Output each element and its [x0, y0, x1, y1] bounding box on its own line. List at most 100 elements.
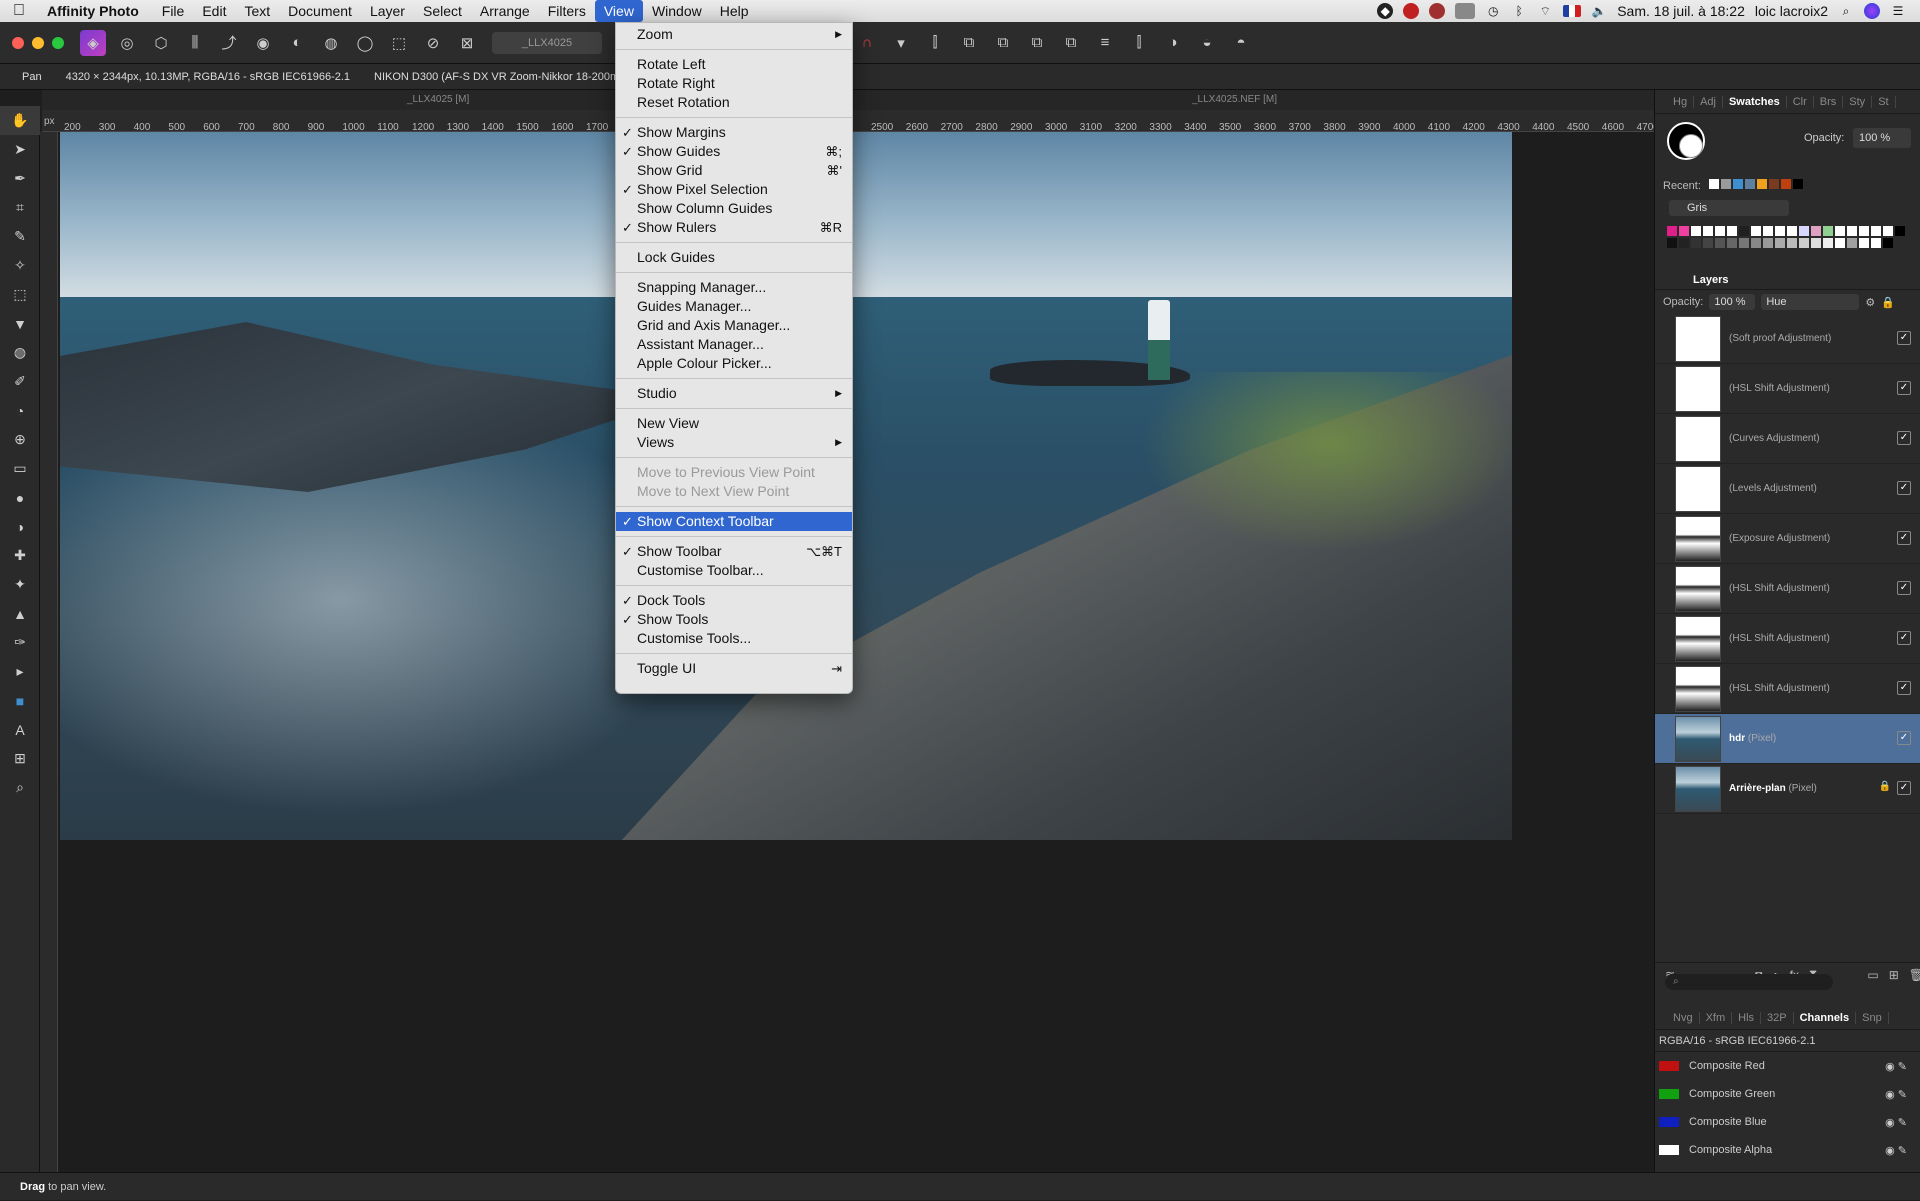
rectangle-tool-icon[interactable]: ■ [0, 686, 40, 715]
color-wheel-icon[interactable]: ◉ [250, 30, 276, 56]
selection-brush-icon[interactable]: ✎ [0, 222, 40, 251]
palette-colour-swatch[interactable] [1679, 226, 1689, 236]
view-menu-item[interactable]: Guides Manager... [616, 297, 852, 316]
palette-colour-swatch[interactable] [1883, 226, 1893, 236]
layer-row[interactable]: hdr (Pixel) ✓ [1655, 714, 1920, 764]
view-menu-item[interactable]: ✓ Show Rulers ⌘R [616, 218, 852, 237]
channel-visibility-icon[interactable]: ◉ ✎ [1885, 1116, 1907, 1129]
view-menu-item[interactable]: ✓ Show Guides ⌘; [616, 142, 852, 161]
white-balance-icon[interactable]: ◯ [352, 30, 378, 56]
palette-colour-swatch[interactable] [1799, 226, 1809, 236]
palette-colour-swatch[interactable] [1739, 238, 1749, 248]
layer-settings-gear-icon[interactable]: ⚙ [1865, 296, 1875, 309]
user-name[interactable]: loic lacroix2 [1755, 3, 1828, 19]
palette-colour-swatch[interactable] [1835, 238, 1845, 248]
view-menu-item[interactable]: Zoom ▶ [616, 25, 852, 44]
tab-colour[interactable]: Clr [1787, 95, 1814, 108]
palette-colour-swatch[interactable] [1847, 238, 1857, 248]
palette-colour-swatch[interactable] [1895, 226, 1905, 236]
palette-colour-swatch[interactable] [1787, 238, 1797, 248]
palette-colour-swatch[interactable] [1751, 238, 1761, 248]
recent-colour-swatch[interactable] [1733, 179, 1743, 189]
recent-colour-swatch[interactable] [1709, 179, 1719, 189]
layer-lock-icon[interactable]: 🔒 [1879, 781, 1891, 792]
arrange-backward-icon[interactable]: ⧉ [990, 30, 1016, 56]
app-status-icon[interactable] [1429, 3, 1446, 19]
layer-visibility-checkbox[interactable]: ✓ [1897, 331, 1911, 345]
palette-colour-swatch[interactable] [1715, 226, 1725, 236]
palette-colour-swatch[interactable] [1811, 226, 1821, 236]
menu-layer[interactable]: Layer [361, 0, 414, 22]
view-menu-item[interactable]: Lock Guides [616, 248, 852, 267]
hsl-icon[interactable]: ◍ [318, 30, 344, 56]
arrange-back-icon[interactable]: ⧉ [956, 30, 982, 56]
smudge-brush-icon[interactable]: ◑ [0, 512, 40, 541]
view-menu-item[interactable]: Show Column Guides [616, 199, 852, 218]
siri-icon[interactable] [1864, 3, 1880, 19]
mesh-warp-tool-icon[interactable]: ⊞ [0, 744, 40, 773]
palette-colour-swatch[interactable] [1703, 238, 1713, 248]
recent-colour-swatch[interactable] [1745, 179, 1755, 189]
document-dropdown[interactable]: _LLX4025 [492, 31, 602, 54]
marquee-tool-icon[interactable]: ⬚ [0, 280, 40, 309]
view-menu-item[interactable]: New View [616, 414, 852, 433]
swatch-opacity-input[interactable]: 100 % [1853, 128, 1911, 148]
flood-fill-icon[interactable]: ▼ [0, 309, 40, 338]
time-machine-icon[interactable]: ◷ [1485, 3, 1501, 19]
blend-mode-dropdown[interactable]: Hue [1761, 294, 1860, 310]
layer-visibility-checkbox[interactable]: ✓ [1897, 531, 1911, 545]
palette-dropdown[interactable]: Gris [1669, 200, 1789, 216]
view-menu-item[interactable]: Apple Colour Picker... [616, 354, 852, 373]
panel-search-input[interactable]: ⌕ [1665, 974, 1833, 990]
palette-colour-swatch[interactable] [1871, 238, 1881, 248]
spotlight-icon[interactable]: ⌕ [1838, 3, 1854, 19]
secondary-colour-well[interactable] [1679, 134, 1703, 158]
view-menu-item[interactable]: ✓ Show Tools [616, 610, 852, 629]
view-menu-item[interactable]: Rotate Left [616, 55, 852, 74]
tab-brushes[interactable]: Brs [1814, 95, 1844, 108]
lock-layer-icon[interactable]: 🔒 [1881, 296, 1895, 309]
palette-colour-swatch[interactable] [1775, 238, 1785, 248]
channel-row[interactable]: Composite Red ◉ ✎ [1655, 1052, 1920, 1080]
dropbox-icon[interactable]: ◆ [1377, 3, 1394, 19]
palette-colour-swatch[interactable] [1715, 238, 1725, 248]
delete-layer-icon[interactable]: 🗑 [1909, 968, 1920, 982]
menu-arrange[interactable]: Arrange [471, 0, 539, 22]
marquee-icon[interactable]: ⬚ [386, 30, 412, 56]
tab-snapshots[interactable]: Snp [1856, 1011, 1889, 1024]
view-menu-item[interactable]: Customise Tools... [616, 629, 852, 648]
pen-tool-icon[interactable]: ▲ [0, 599, 40, 628]
insert-target-icon[interactable]: ⫿ [922, 30, 948, 56]
layer-visibility-checkbox[interactable]: ✓ [1897, 381, 1911, 395]
tab-channels[interactable]: Channels [1794, 1011, 1857, 1024]
menu-window[interactable]: Window [643, 0, 711, 22]
layers-opacity-input[interactable]: 100 % [1709, 294, 1756, 310]
notification-center-icon[interactable]: ☰ [1890, 3, 1906, 19]
move-tool-icon[interactable]: ➤ [0, 135, 40, 164]
vertical-ruler[interactable] [40, 132, 58, 1172]
layer-visibility-checkbox[interactable]: ✓ [1897, 481, 1911, 495]
freehand-tool-icon[interactable]: ✑ [0, 628, 40, 657]
channel-visibility-icon[interactable]: ◉ ✎ [1885, 1088, 1907, 1101]
layer-visibility-checkbox[interactable]: ✓ [1897, 631, 1911, 645]
geometry-icon[interactable]: ⫿ [1126, 30, 1152, 56]
layer-row[interactable]: Arrière-plan (Pixel) 🔒 ✓ [1655, 764, 1920, 814]
palette-colour-swatch[interactable] [1859, 226, 1869, 236]
doc-tab-left[interactable]: _LLX4025 [M] [407, 94, 469, 105]
snapping-options-icon[interactable]: ▾ [888, 30, 914, 56]
tab-swatches[interactable]: Swatches [1723, 95, 1787, 108]
contrast-icon[interactable]: ◐ [284, 30, 310, 56]
arrange-forward-icon[interactable]: ⧉ [1024, 30, 1050, 56]
menu-view[interactable]: View [594, 0, 643, 22]
quick-mask-icon[interactable]: ⊠ [454, 30, 480, 56]
palette-colour-swatch[interactable] [1667, 226, 1677, 236]
layer-row[interactable]: (Soft proof Adjustment) ✓ [1655, 314, 1920, 364]
gradient-tool-icon[interactable]: ◍ [0, 338, 40, 367]
view-menu-item[interactable]: ✓ Dock Tools [616, 591, 852, 610]
layer-row[interactable]: (HSL Shift Adjustment) ✓ [1655, 564, 1920, 614]
view-menu-item[interactable]: Grid and Axis Manager... [616, 316, 852, 335]
blur-brush-icon[interactable]: ● [0, 483, 40, 512]
view-menu-item[interactable]: ✓ Show Margins [616, 123, 852, 142]
text-tool-icon[interactable]: A [0, 715, 40, 744]
layer-visibility-checkbox[interactable]: ✓ [1897, 431, 1911, 445]
